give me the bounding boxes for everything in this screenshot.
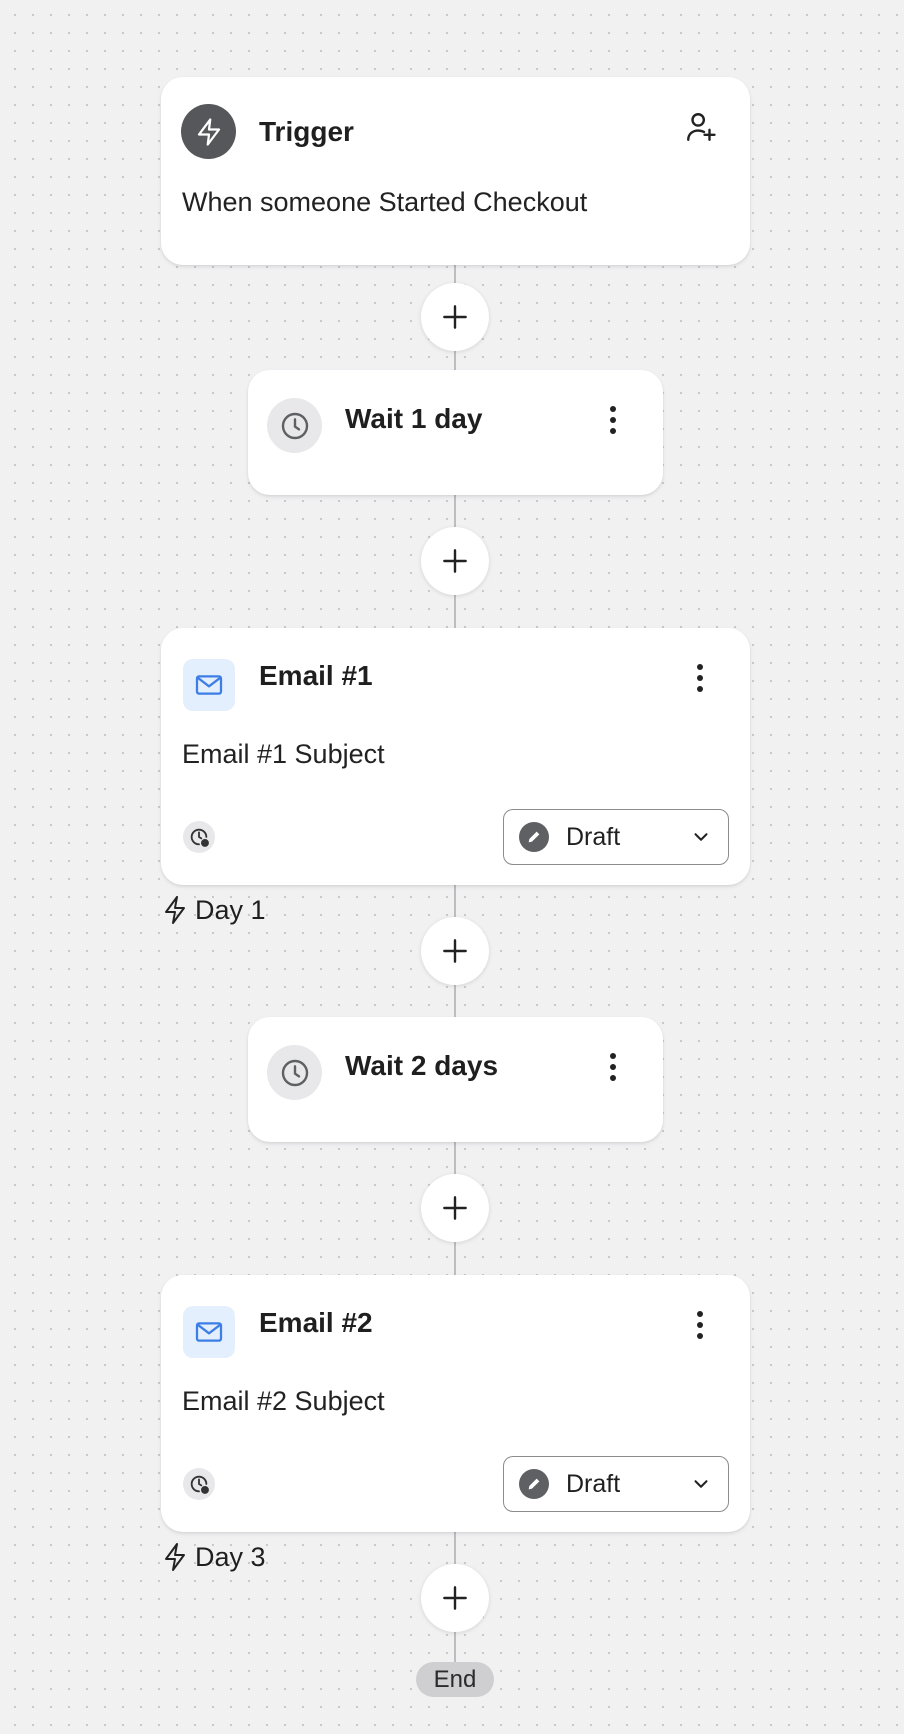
clock-icon (267, 1045, 322, 1100)
trigger-title: Trigger (259, 116, 354, 147)
plus-icon (443, 939, 467, 963)
lightning-icon (165, 1543, 185, 1571)
email-card[interactable]: Email #2 Email #2 Subject Draft (161, 1275, 750, 1532)
user-plus-icon[interactable] (681, 107, 721, 147)
plus-icon (443, 305, 467, 329)
status-label: Draft (566, 1469, 621, 1498)
email-title: Email #2 (259, 1307, 373, 1338)
lightning-icon (181, 104, 236, 159)
email-title: Email #1 (259, 660, 373, 691)
pencil-icon (519, 1469, 549, 1499)
pencil-icon (519, 822, 549, 852)
plus-icon (443, 1196, 467, 1220)
wait-title: Wait 1 day (345, 403, 483, 434)
wait-card[interactable]: Wait 1 day (248, 370, 663, 495)
email-subject: Email #2 Subject (182, 1386, 385, 1416)
chevron-down-icon (690, 826, 712, 848)
status-dropdown[interactable]: Draft (503, 1456, 729, 1512)
day-text: Day 1 (195, 895, 266, 925)
add-step-button[interactable] (421, 283, 489, 351)
wait-title: Wait 2 days (345, 1050, 499, 1081)
more-options-icon[interactable] (598, 398, 628, 442)
day-label: Day 1 (163, 894, 266, 926)
plus-icon (443, 549, 467, 573)
mail-icon (183, 1306, 235, 1358)
smart-sending-icon[interactable] (183, 821, 215, 853)
status-dropdown[interactable]: Draft (503, 809, 729, 865)
more-options-icon[interactable] (598, 1045, 628, 1089)
wait-card[interactable]: Wait 2 days (248, 1017, 663, 1142)
trigger-card[interactable]: Trigger When someone Started Checkout (161, 77, 750, 265)
more-options-icon[interactable] (685, 1303, 715, 1347)
mail-icon (183, 659, 235, 711)
add-step-button[interactable] (421, 1564, 489, 1632)
more-options-icon[interactable] (685, 656, 715, 700)
status-label: Draft (566, 822, 621, 851)
add-step-button[interactable] (421, 917, 489, 985)
add-step button[interactable] (421, 1174, 489, 1242)
trigger-description: When someone Started Checkout (182, 187, 588, 217)
clock-icon (267, 398, 322, 453)
end-badge: End (416, 1662, 494, 1697)
email-subject: Email #1 Subject (182, 739, 385, 769)
chevron-down-icon (690, 1473, 712, 1495)
add-step-button[interactable] (421, 527, 489, 595)
lightning-icon (165, 896, 185, 924)
day-label: Day 3 (163, 1541, 266, 1573)
smart-sending-icon[interactable] (183, 1468, 215, 1500)
day-text: Day 3 (195, 1542, 266, 1572)
plus-icon (443, 1586, 467, 1610)
email-card[interactable]: Email #1 Email #1 Subject Draft (161, 628, 750, 885)
